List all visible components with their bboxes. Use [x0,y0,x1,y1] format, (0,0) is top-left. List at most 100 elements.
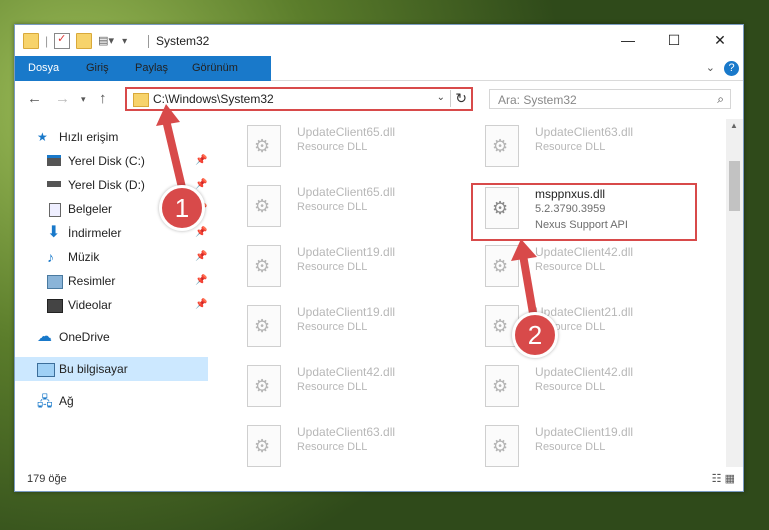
list-item[interactable]: UpdateClient65.dll Resource DLL [239,181,469,233]
details-view-icon[interactable]: ☷ [712,473,722,485]
nav-item-videolar[interactable]: Videolar 📌 [15,293,208,317]
download-icon: ⬇ [47,224,61,241]
nav-item-onedrive[interactable]: ☁ OneDrive [15,325,208,349]
customize-toolbar-icon[interactable]: ▾ [122,36,127,47]
expand-ribbon-icon[interactable]: ⌄ [706,61,715,74]
list-item[interactable]: UpdateClient19.dll Resource DLL [239,241,469,293]
nav-item-label: Yerel Disk (C:) [68,154,145,168]
pictures-icon [47,275,63,289]
help-icon[interactable]: ? [724,61,739,76]
address-row: ← → ▾ ↑ C:\Windows\System32 ⌄ ↻ Ara: Sys… [15,81,743,119]
file-name: UpdateClient19.dll [535,425,634,439]
view-icon[interactable]: ▤▾ [98,34,114,48]
up-arrow-icon[interactable]: ↑ [99,90,107,107]
nav-item-ag[interactable]: 🖧 Ağ [15,389,208,413]
file-name: UpdateClient42.dll [535,365,634,379]
file-list: UpdateClient65.dll Resource DLL UpdateCl… [225,119,725,467]
dll-file-icon [247,185,281,227]
nav-item-bu-bilgisayar[interactable]: Bu bilgisayar [15,357,208,381]
file-desc: Resource DLL [535,141,606,153]
nav-item-muzik[interactable]: ♪ Müzik 📌 [15,245,208,269]
minimize-button[interactable]: — [605,29,651,53]
large-icons-view-icon[interactable]: ▦ [725,473,735,485]
annotation-badge-2: 2 [512,312,558,358]
file-desc: Resource DLL [297,381,368,393]
scroll-up-icon[interactable]: ▲ [730,121,738,130]
list-item[interactable]: UpdateClient42.dll Resource DLL [477,361,707,413]
view-toggle[interactable]: ☷ ▦ [712,472,735,485]
tab-paylas[interactable]: Paylaş [122,56,181,80]
refresh-icon[interactable]: ↻ [450,90,467,107]
nav-item-label: Ağ [59,394,74,408]
list-item[interactable]: UpdateClient19.dll Resource DLL [239,301,469,353]
explorer-window: | ✓ ▤▾ ▾ System32 — ☐ ✕ Dosya Giriş Payl… [14,24,744,492]
dll-file-icon [247,245,281,287]
folder-icon [133,93,149,107]
nav-item-label: İndirmeler [68,226,122,240]
ribbon-tabs: Dosya Giriş Paylaş Görünüm ⌄ ? [15,56,743,108]
dll-file-icon [247,125,281,167]
properties-icon[interactable]: ✓ [54,33,71,49]
file-name: UpdateClient19.dll [297,305,396,319]
annotation-badge-1: 1 [159,185,205,231]
file-name: UpdateClient19.dll [297,245,396,259]
dll-file-icon [247,305,281,347]
nav-item-resimler[interactable]: Resimler 📌 [15,269,208,293]
list-item[interactable]: UpdateClient63.dll Resource DLL [239,421,469,467]
new-folder-icon[interactable] [76,33,93,49]
file-name: UpdateClient63.dll [535,125,634,139]
folder-icon[interactable] [23,33,39,49]
videos-icon [47,299,63,313]
quick-access-toolbar: | ✓ ▤▾ ▾ [23,33,127,49]
music-icon: ♪ [47,249,54,265]
status-bar: 179 öğe ☷ ▦ [15,467,743,491]
list-item[interactable]: UpdateClient65.dll Resource DLL [239,121,469,173]
search-placeholder: Ara: System32 [498,93,577,107]
item-count: 179 öğe [27,473,67,485]
dll-file-icon [247,425,281,467]
forward-arrow-icon[interactable]: → [55,90,70,107]
toolbar-divider: | [45,34,49,48]
drive-icon [47,181,61,187]
file-desc: Resource DLL [297,201,368,213]
pin-icon[interactable]: 📌 [195,269,207,293]
title-bar: | ✓ ▤▾ ▾ System32 — ☐ ✕ [15,25,743,56]
nav-item-label: Videolar [68,298,112,312]
maximize-button[interactable]: ☐ [651,29,697,53]
recent-locations-icon[interactable]: ▾ [81,94,86,105]
nav-item-label: OneDrive [59,330,110,344]
list-item[interactable]: UpdateClient42.dll Resource DLL [239,361,469,413]
pin-icon[interactable]: 📌 [195,245,207,269]
documents-icon [49,203,61,217]
drive-icon [47,155,61,166]
file-desc: Resource DLL [297,141,368,153]
star-icon: ★ [37,130,48,144]
computer-icon [37,363,55,377]
tab-gorunum[interactable]: Görünüm [179,56,251,80]
file-desc: Resource DLL [297,261,368,273]
list-item[interactable]: UpdateClient19.dll Resource DLL [477,421,707,467]
nav-item-label: Belgeler [68,202,113,216]
nav-item-label: Müzik [68,250,100,264]
pin-icon[interactable]: 📌 [195,293,207,317]
nav-item-label: Bu bilgisayar [59,362,128,376]
list-item[interactable]: UpdateClient63.dll Resource DLL [477,121,707,173]
nav-item-label: Yerel Disk (D:) [68,178,145,192]
scrollbar-thumb[interactable] [729,161,740,211]
file-desc: Resource DLL [535,441,606,453]
dll-file-icon [485,425,519,467]
search-icon[interactable]: ⌕ [717,92,724,107]
chevron-down-icon[interactable]: ⌄ [437,92,445,103]
close-button[interactable]: ✕ [697,29,743,53]
file-name: UpdateClient65.dll [297,185,396,199]
search-input[interactable]: Ara: System32 ⌕ [489,89,731,109]
tab-giris[interactable]: Giriş [73,56,122,80]
dll-file-icon [485,365,519,407]
back-arrow-icon[interactable]: ← [27,90,42,107]
window-title: System32 [156,34,210,48]
nav-item-label: Hızlı erişim [59,130,119,144]
vertical-scrollbar[interactable]: ▲ ▼ [726,119,743,489]
file-desc: Resource DLL [297,321,368,333]
file-name: UpdateClient63.dll [297,425,396,439]
nav-item-label: Resimler [68,274,116,288]
